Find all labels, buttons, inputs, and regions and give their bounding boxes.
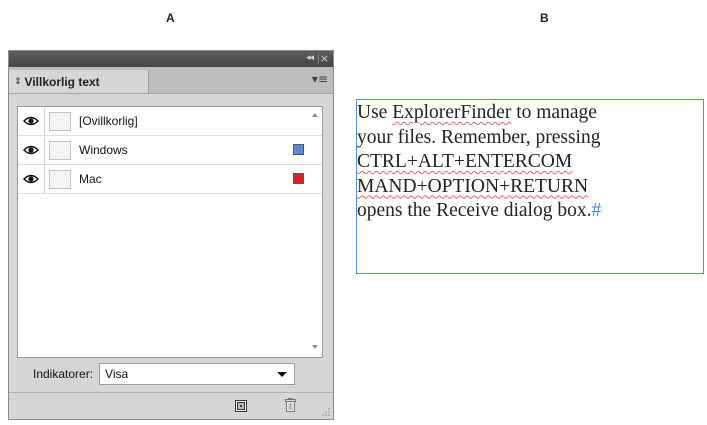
panel-titlebar[interactable]: ◂◂ × xyxy=(9,51,333,67)
panel-title: Villkorlig text xyxy=(24,74,100,89)
conditions-list[interactable]: [Ovillkorlig] Windows Mac xyxy=(17,106,323,358)
visibility-eye-icon[interactable] xyxy=(18,136,45,164)
text-line: MAND+OPTION+RETURN xyxy=(357,175,589,197)
scroll-down-arrow-icon[interactable] xyxy=(312,345,318,349)
visibility-eye-icon[interactable] xyxy=(18,165,45,193)
lock-box[interactable] xyxy=(49,169,71,189)
text-run: to manage xyxy=(511,102,597,123)
condition-label: Mac xyxy=(79,172,102,186)
text-line: opens the Receive dialog box.# xyxy=(357,199,707,224)
text-frame-content[interactable]: Use ExplorerFinder to manage your files.… xyxy=(357,101,707,224)
visibility-eye-icon[interactable] xyxy=(18,107,45,135)
figure-label-a: A xyxy=(166,11,175,25)
lock-box[interactable] xyxy=(49,140,71,160)
end-of-story-mark: # xyxy=(591,200,602,221)
collapse-icon[interactable]: ◂◂ xyxy=(306,53,314,63)
indicators-row: Indikatorer: Visa xyxy=(33,363,296,385)
indicators-dropdown[interactable]: Visa xyxy=(99,363,296,385)
scroll-up-arrow-icon[interactable] xyxy=(312,113,318,117)
indicators-value: Visa xyxy=(105,367,129,381)
condition-row[interactable]: Windows xyxy=(18,136,322,165)
tab-conditional-text[interactable]: ⇕ Villkorlig text xyxy=(9,70,149,93)
lock-box[interactable] xyxy=(49,111,71,131)
dropdown-arrow-icon xyxy=(277,372,288,377)
text-line: your files. Remember, pressing xyxy=(357,126,601,148)
indicators-label: Indikatorer: xyxy=(33,367,94,381)
text-line: Use ExplorerFinder to manage xyxy=(357,101,707,126)
condition-row[interactable]: [Ovillkorlig] xyxy=(18,107,322,136)
resize-grip-icon[interactable] xyxy=(321,407,330,416)
color-swatch-windows xyxy=(293,144,304,155)
footer-divider xyxy=(9,392,333,393)
condition-label: [Ovillkorlig] xyxy=(79,114,138,128)
close-icon[interactable]: × xyxy=(320,52,329,65)
text-run: Use xyxy=(357,102,393,123)
figure-label-b: B xyxy=(540,11,549,25)
text-run: opens the Receive dialog box. xyxy=(357,200,592,221)
color-swatch-mac xyxy=(293,173,304,184)
condition-label: Windows xyxy=(79,143,128,157)
condition-row[interactable]: Mac xyxy=(18,165,322,194)
text-line: CTRL+ALT+ENTERCOM xyxy=(357,151,573,172)
new-condition-icon[interactable] xyxy=(235,400,247,412)
conditional-text-panel: ◂◂ × ⇕ Villkorlig text ▾≡ [Ovillkorlig] … xyxy=(8,50,334,420)
trash-icon[interactable] xyxy=(285,398,296,412)
text-run-conditional: ExplorerFinder xyxy=(392,102,512,123)
updown-arrows-icon: ⇕ xyxy=(14,76,22,87)
panel-menu-icon[interactable]: ▾≡ xyxy=(312,73,328,85)
panel-tab-row: ⇕ Villkorlig text ▾≡ xyxy=(9,67,333,94)
